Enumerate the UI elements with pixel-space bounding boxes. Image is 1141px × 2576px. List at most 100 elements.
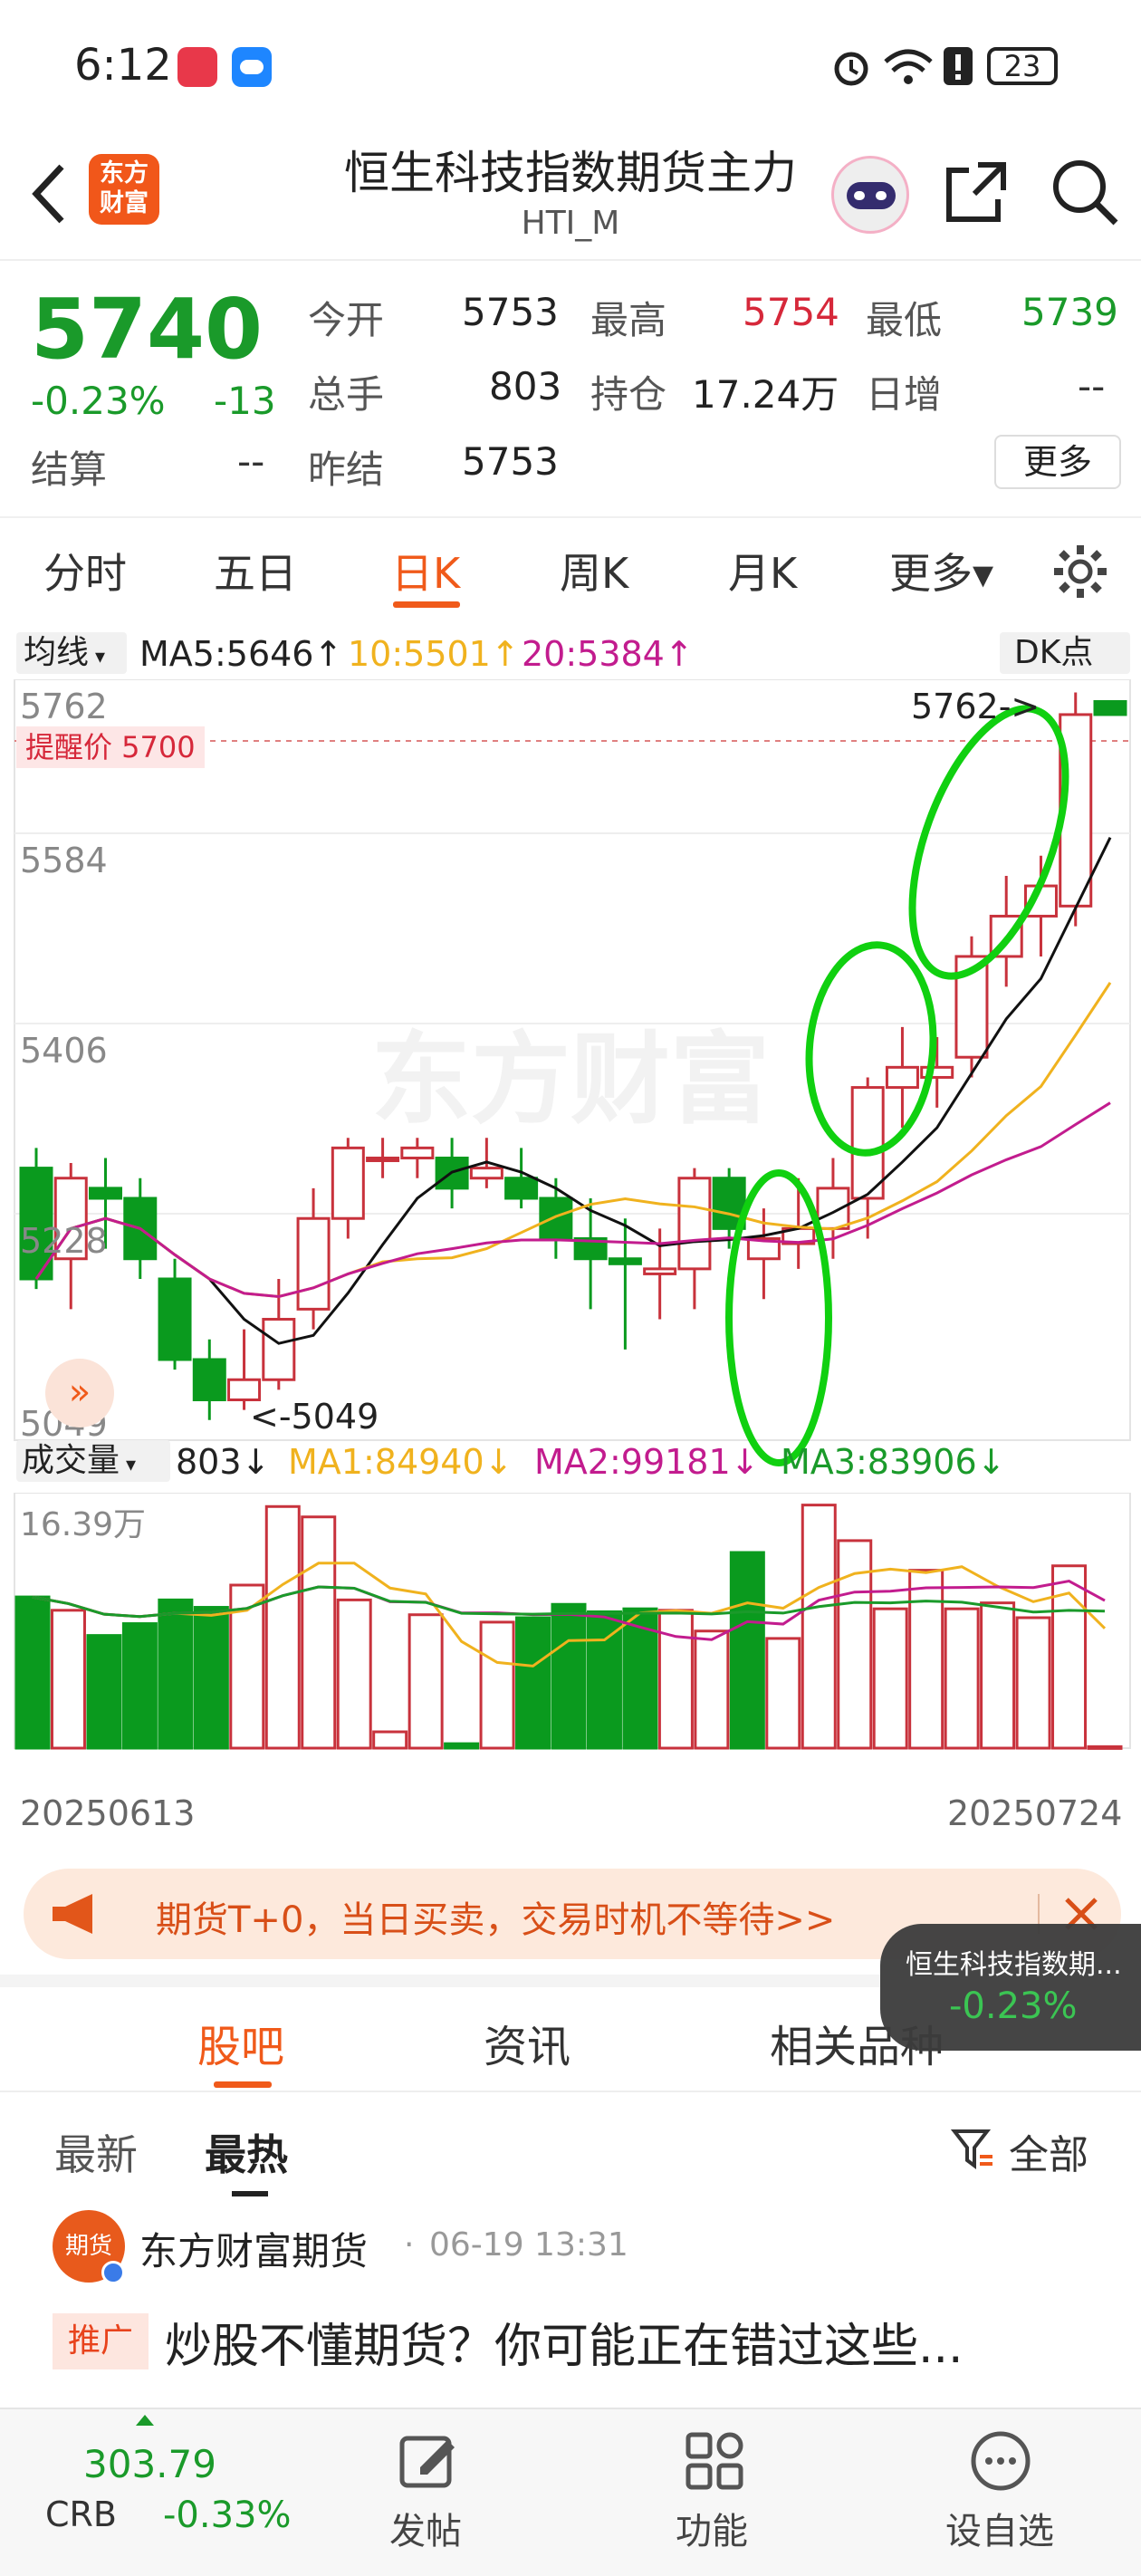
candle-body xyxy=(469,1167,503,1180)
annotation-circle-1 xyxy=(725,1169,832,1466)
vol-ma2: MA2:99181↓ xyxy=(534,1442,760,1482)
guba-tab-indicator xyxy=(214,2081,272,2088)
daily-change-value: -- xyxy=(1078,364,1106,409)
open-interest-value: 17.24万 xyxy=(692,372,839,417)
post-time-separator: · xyxy=(404,2226,415,2264)
volume-bar xyxy=(14,1595,51,1750)
back-arrow-icon[interactable] xyxy=(25,161,71,226)
page-subtitle-code: HTI_M xyxy=(521,205,620,242)
tab-hottest[interactable]: 最热 xyxy=(205,2122,288,2182)
ma5-value: MA5:5646↑ xyxy=(139,634,343,674)
volume-bar xyxy=(1087,1745,1123,1750)
volume-value: 803 xyxy=(489,364,562,409)
candle-body xyxy=(158,1277,192,1361)
y-tick-3: 5406 xyxy=(20,1031,108,1071)
volume-bar xyxy=(872,1607,908,1750)
compose-post-icon[interactable] xyxy=(398,2431,458,2491)
volume-label: 总手 xyxy=(308,372,385,417)
active-tab-indicator xyxy=(393,601,460,608)
settings-gear-icon[interactable] xyxy=(1052,543,1108,600)
volume-bar xyxy=(264,1504,301,1750)
crb-down-marker xyxy=(136,2415,154,2426)
tab-daily-k[interactable]: 日K xyxy=(391,541,460,601)
expand-chevron-icon[interactable]: » xyxy=(45,1359,114,1427)
volume-bar xyxy=(980,1601,1016,1750)
candle-body xyxy=(677,1177,712,1271)
volume-bar xyxy=(1015,1616,1051,1750)
date-end: 20250724 xyxy=(947,1793,1123,1833)
tab-guba[interactable]: 股吧 xyxy=(197,2011,284,2074)
ma-selector-label: 均线 xyxy=(24,634,90,671)
post-item[interactable]: 期货 东方财富期货 · 06-19 13:31 推广 炒股不懂期货？你可能正在错… xyxy=(0,2210,1141,2418)
candle-body xyxy=(816,1187,850,1230)
author-name[interactable]: 东方财富期货 xyxy=(139,2221,368,2276)
volume-selector[interactable]: 成交量 ▾ xyxy=(16,1440,170,1482)
alert-price-tag[interactable]: 提醒价 5700 xyxy=(16,726,205,768)
volume-current: 803↓ xyxy=(176,1442,271,1482)
tab-weekly-k[interactable]: 周K xyxy=(560,541,628,601)
candle-body xyxy=(262,1317,296,1381)
date-start: 20250613 xyxy=(20,1793,196,1833)
kline-chart-area: 均线 ▾ MA5:5646↑ 10:5501↑ 20:5384↑ DK点 东方财… xyxy=(0,625,1141,1857)
crb-pct[interactable]: -0.33% xyxy=(163,2494,292,2536)
open-label: 今开 xyxy=(308,298,385,342)
huawei-app-icon xyxy=(177,47,217,87)
status-bar: 6:12 23 xyxy=(0,0,1141,136)
nav-watchlist-label[interactable]: 设自选 xyxy=(945,2502,1054,2554)
ma-selector[interactable]: 均线 ▾ xyxy=(16,632,127,674)
ma10-value: 10:5501↑ xyxy=(348,634,520,674)
watermark: 东方财富 xyxy=(371,1022,770,1138)
y-tick-4: 5228 xyxy=(20,1221,108,1261)
floating-quote-name: 恒生科技指数期... xyxy=(906,1949,1122,1981)
change-pct: -0.23% xyxy=(31,379,166,423)
volume-bar xyxy=(408,1613,444,1750)
post-title[interactable]: 炒股不懂期货？你可能正在错过这些... xyxy=(165,2308,964,2376)
crb-value[interactable]: 303.79 xyxy=(83,2442,216,2486)
volume-bar xyxy=(86,1634,122,1750)
candle-body xyxy=(539,1197,573,1240)
tab-more[interactable]: 更多▾ xyxy=(889,541,993,601)
nav-post-label[interactable]: 发帖 xyxy=(389,2502,462,2554)
alert-icon xyxy=(944,47,973,85)
app-logo[interactable]: 东方 财富 xyxy=(89,154,159,225)
weather-app-icon xyxy=(232,47,272,87)
banner-text: 期货T+0，当日买卖，交易时机不等待>> xyxy=(156,1899,836,1941)
assistant-robot-icon[interactable] xyxy=(831,156,909,234)
low-marker: <-5049 xyxy=(250,1397,379,1437)
tab-five-day[interactable]: 五日 xyxy=(214,541,297,601)
candle-body xyxy=(608,1257,642,1265)
add-watchlist-icon[interactable] xyxy=(969,2429,1032,2493)
floating-quote-widget[interactable]: 恒生科技指数期... -0.23% xyxy=(880,1924,1141,2051)
dk-point-button[interactable]: DK点 xyxy=(1000,632,1130,674)
volume-bar xyxy=(444,1742,480,1750)
volume-bar xyxy=(158,1598,194,1750)
open-value: 5753 xyxy=(462,290,559,334)
candle-body xyxy=(296,1216,331,1311)
share-icon[interactable] xyxy=(942,158,1011,226)
period-tabs: 分时 五日 日K 周K 月K 更多▾ xyxy=(0,516,1141,625)
functions-grid-icon[interactable] xyxy=(685,2431,744,2491)
search-icon[interactable] xyxy=(1050,158,1119,226)
volume-bar xyxy=(908,1569,944,1750)
volume-chart[interactable] xyxy=(0,1493,1141,1764)
vol-ma3: MA3:83906↓ xyxy=(781,1442,1006,1482)
volume-bar xyxy=(694,1629,730,1750)
page-title: 恒生科技指数期货主力 xyxy=(344,147,797,199)
tab-latest[interactable]: 最新 xyxy=(54,2122,138,2182)
status-time: 6:12 xyxy=(74,40,172,91)
more-button[interactable]: 更多 xyxy=(994,435,1121,489)
filter-all[interactable]: 全部 xyxy=(1009,2122,1088,2180)
tab-news[interactable]: 资讯 xyxy=(484,2011,570,2074)
volume-selector-label: 成交量 xyxy=(22,1442,120,1479)
battery-indicator: 23 xyxy=(987,47,1058,85)
logo-text-2: 财富 xyxy=(100,189,149,217)
crb-label[interactable]: CRB xyxy=(45,2494,117,2534)
tab-intraday[interactable]: 分时 xyxy=(43,541,127,601)
filter-icon[interactable] xyxy=(951,2128,994,2171)
tab-monthly-k[interactable]: 月K xyxy=(728,541,797,601)
high-value: 5754 xyxy=(743,290,839,334)
low-label: 最低 xyxy=(866,298,943,342)
y-tick-1: 5762 xyxy=(20,687,108,726)
quote-panel: 5740 -0.23% -13 结算 -- 今开 5753 最高 5754 最低… xyxy=(0,263,1141,507)
nav-function-label[interactable]: 功能 xyxy=(676,2502,748,2554)
